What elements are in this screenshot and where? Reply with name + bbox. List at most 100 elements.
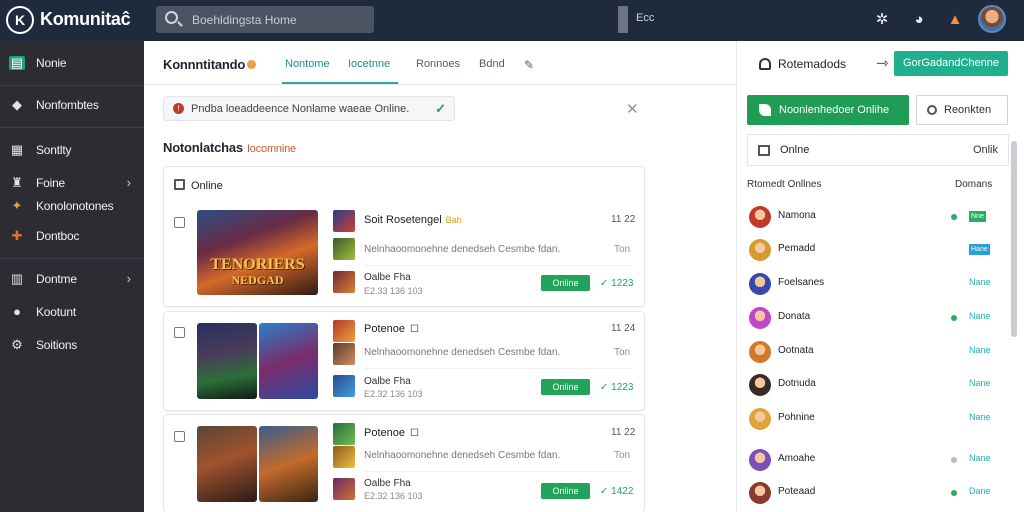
user-name: Foelsanes [778,277,825,288]
mini-thumbnail[interactable] [333,375,355,397]
user-row[interactable]: Pohnine Nane [749,407,1009,431]
sidebar-item-games[interactable]: ♜ Foine › [9,173,139,193]
sidebar-item-settings[interactable]: ⚙ Soitions [9,335,139,355]
user-row[interactable]: Ootnata Nane [749,340,1009,364]
list-header-right: Domans [955,179,993,190]
game-icon: ♜ [11,175,23,190]
sidebar-item-label: Dontboc [36,229,80,243]
filter-select[interactable]: Onlne Onlik [747,134,1009,166]
post-title[interactable]: Potenoe ☐ [364,323,419,335]
chat-bubble-icon[interactable]: ◕ [909,10,929,30]
search-button[interactable]: Reonkten [916,95,1008,125]
sidebar-item-parties[interactable]: ✦ Konolonotones [9,196,139,216]
tab-location[interactable]: Iocetnne [348,58,390,70]
user-row[interactable]: Pemadd Hane [749,238,1009,262]
mini-thumbnail[interactable] [333,343,355,365]
sidebar-item-label: Dontme [36,272,77,286]
user-row[interactable]: Donata Nane [749,306,1009,330]
post-title[interactable]: Potenoe ☐ [364,427,419,439]
user-name: Namona [778,210,816,221]
user-row[interactable]: Namona Nne [749,205,1009,229]
user-name: Poteaad [778,486,816,497]
post-tag: Bab [445,215,462,225]
post-description: Nelnhaoomonehne denedseh Cesmbe fdan. [364,450,561,461]
game-thumbnail[interactable] [259,426,318,502]
sidebar-item-home[interactable]: ▤ Nonie [9,53,139,73]
sidebar-item-dontboc[interactable]: ✚ Dontboc [9,226,139,246]
search-icon [927,105,937,115]
user-row[interactable]: Dotnuda Nane [749,373,1009,397]
sidebar-item-favorites[interactable]: ◆ Nonfombtes [9,95,139,115]
post-title-text: Soit Rosetengel [364,214,442,226]
mini-thumbnail[interactable] [333,271,355,293]
edit-pencil-icon[interactable]: ✎ [524,58,534,72]
mini-thumbnail[interactable] [333,478,355,500]
post-meta: Oalbe Fha [364,376,411,387]
search-box[interactable] [156,6,374,33]
avatar [749,374,771,396]
mini-thumbnail[interactable] [333,210,355,232]
game-thumbnail[interactable]: TENORIERS NEDGAD [197,210,318,295]
user-row[interactable]: Foelsanes Nane [749,272,1009,296]
go-online-button[interactable]: Noonlenhedoer Onlihe [747,95,909,125]
filter-value: Onlik [972,144,998,156]
top-mid-label: Ecc [636,12,655,24]
sidebar-item-events[interactable]: ▥ Dontme › [9,269,139,289]
check-icon: ✓ [600,486,612,497]
search-input[interactable] [192,10,362,29]
sidebar-item-label: Kootunt [36,305,76,319]
puzzle-icon: ✚ [11,228,23,243]
game-thumbnail[interactable] [197,323,257,399]
mini-thumbnail[interactable] [333,238,355,260]
divider-block [618,6,628,33]
post-title[interactable]: Soit Rosetengel Bab [364,214,462,226]
row-divider [364,265,630,266]
close-icon[interactable]: ✕ [626,100,639,118]
sidebar-divider [0,258,144,259]
search-button-label: Reonkten [944,104,992,116]
post-time: 11 22 [611,427,636,438]
sidebar: ▤ Nonie ◆ Nonfombtes ▦ Sontlty ♜ Foine ›… [0,41,144,512]
user-avatar[interactable] [978,5,1006,33]
status-badge: Nane [969,412,991,422]
status-badge: Dane [969,486,991,496]
card-header-label: Online [191,180,223,192]
search-icon [165,11,178,24]
select-checkbox[interactable] [174,327,185,338]
mini-thumbnail[interactable] [333,423,355,445]
online-button[interactable]: Online [541,275,590,291]
bug-icon[interactable]: ✲ [872,10,892,30]
avatar [749,482,771,504]
arrow-right-icon[interactable]: ⇾ [876,54,889,72]
header-action-button[interactable]: GorGadandChenne [894,51,1008,76]
user-row[interactable]: Poteaad Dane [749,481,1009,505]
sidebar-item-society[interactable]: ▦ Sontlty [9,140,139,160]
notification-bell-icon[interactable]: ▲ [945,10,965,30]
calendar-icon: ▥ [10,271,24,286]
online-button[interactable]: Online [541,483,590,499]
tab-band[interactable]: Bdnd [479,58,505,70]
check-icon: ✓ [600,278,612,289]
online-button[interactable]: Online [541,379,590,395]
thumbnail-title: TENORIERS [210,256,305,273]
main-header: Konnntitando Nontome Iocetnne Ronnoes Bd… [144,41,736,85]
filter-icon [758,145,770,156]
post-description: Nelnhaoomonehne denedseh Cesmbe fdan. [364,347,561,358]
mini-thumbnail[interactable] [333,320,355,342]
mini-thumbnail[interactable] [333,446,355,468]
scrollbar[interactable] [1011,141,1017,337]
app-logo[interactable]: K [6,6,34,34]
post-meta: Oalbe Fha [364,272,411,283]
select-checkbox[interactable] [174,217,185,228]
sidebar-item-account[interactable]: ● Kootunt [9,302,139,322]
chevron-right-icon: › [126,271,131,286]
game-thumbnail[interactable] [259,323,318,399]
tab-home[interactable]: Nontome [285,58,330,70]
user-row[interactable]: Amoahe Nane [749,448,1009,472]
card-header: Online [174,179,223,192]
game-thumbnail[interactable] [197,426,257,502]
sidebar-item-label: Soitions [36,338,78,352]
tab-rooms[interactable]: Ronnoes [416,58,460,70]
select-checkbox[interactable] [174,431,185,442]
edit-icon: ☐ [409,428,419,439]
